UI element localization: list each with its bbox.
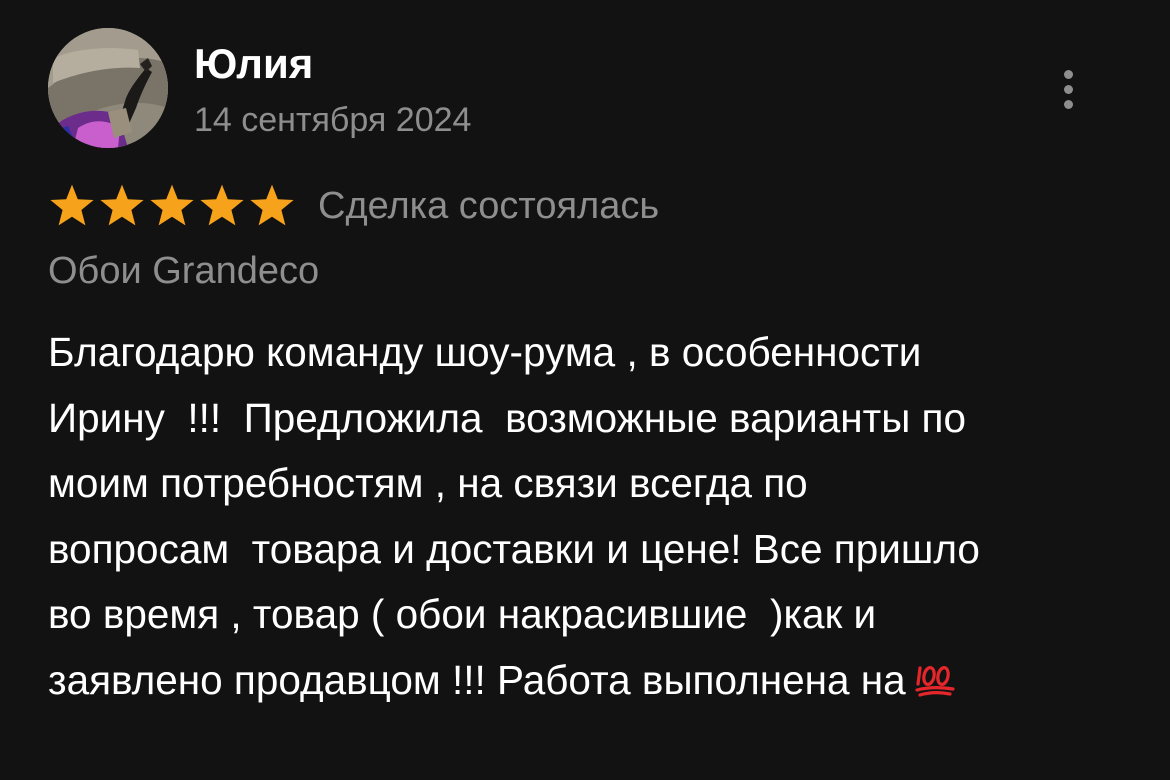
star-icon [248,183,296,229]
review-line: моим потребностям , на связи всегда по [48,460,808,506]
review-line: Ирину !!! Предложила возможные варианты … [48,394,967,441]
review-text: Благодарю команду шоу-рума , в особеннос… [48,320,1138,717]
hundred-points-emoji-icon [914,652,956,718]
review-line: Благодарю команду шоу-рума , в особеннос… [48,329,922,375]
review-line: заявлено продавцом !!! Работа выполнена … [48,656,906,703]
author-avatar[interactable] [48,28,168,148]
review-last-line: заявлено продавцом !!! Работа выполнена … [48,648,1138,718]
more-vertical-icon-dot-2 [1063,84,1073,94]
star-icon [48,183,96,229]
author-name: Юлия [194,40,314,87]
review-line: во время , товар ( обои накрасившие )как… [48,591,877,637]
more-vertical-icon-dot-3 [1063,99,1073,109]
star-icon [198,183,246,229]
more-options-button[interactable] [1050,62,1086,116]
star-icon [98,183,146,229]
review-date: 14 сентября 2024 [194,101,472,139]
star-icon [148,183,196,229]
rating-row: Сделка состоялась [48,180,659,232]
avatar-photo [48,28,168,148]
deal-status-label: Сделка состоялась [318,185,660,227]
more-vertical-icon [1063,69,1073,79]
rating-stars [48,183,296,229]
product-link[interactable]: Обои Grandeco [48,248,319,294]
review-card: Юлия 14 сентября 2024 Сделка состоялась [0,0,1170,780]
review-line: вопросам товара и доставки и цене! Все п… [48,525,980,572]
